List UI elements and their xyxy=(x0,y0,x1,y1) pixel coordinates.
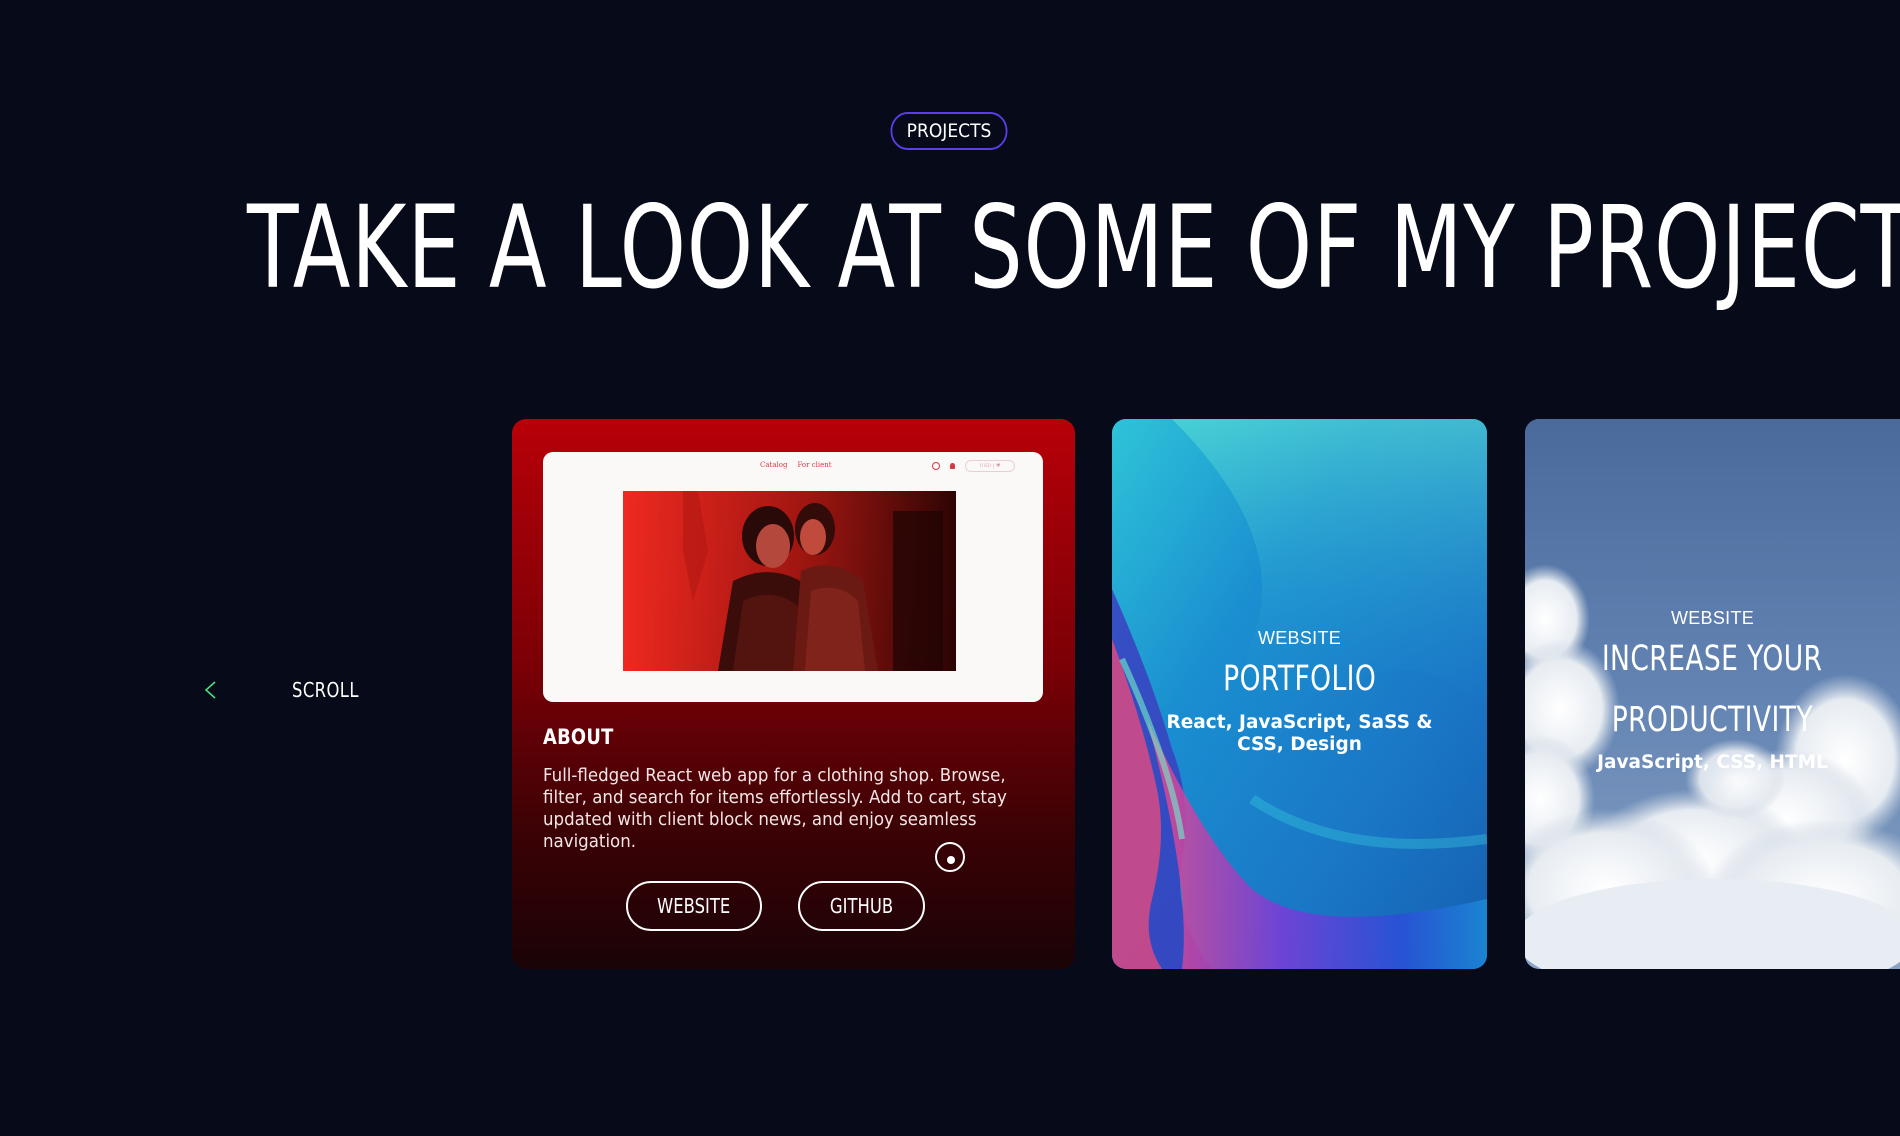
project-card-productivity[interactable]: WEBSITE INCREASE YOUR PRODUCTIVITY JavaS… xyxy=(1525,419,1900,969)
cursor-icon xyxy=(935,842,965,872)
preview-hero-photo xyxy=(623,491,956,671)
productivity-title-line2-wrap: PRODUCTIVITY xyxy=(1525,700,1900,740)
portfolio-eyebrow-wrap: WEBSITE xyxy=(1112,628,1487,649)
card-title-line1: INCREASE YOUR xyxy=(1602,639,1823,679)
sky-clouds-background-icon xyxy=(1525,419,1900,969)
productivity-eyebrow-wrap: WEBSITE xyxy=(1525,608,1900,629)
website-button[interactable]: WEBSITE xyxy=(626,881,762,931)
cursor-dot xyxy=(947,856,955,864)
card-eyebrow: WEBSITE xyxy=(1670,608,1755,628)
card-about-heading: ABOUT xyxy=(543,725,614,749)
card-description: Full-fledged React web app for a clothin… xyxy=(543,766,1007,852)
github-button[interactable]: GITHUB xyxy=(798,881,925,931)
section-badge: PROJECTS xyxy=(890,112,1008,150)
card-title: PORTFOLIO xyxy=(1222,659,1377,699)
card-eyebrow: WEBSITE xyxy=(1257,628,1342,648)
website-button-label: WEBSITE xyxy=(657,894,731,918)
github-button-label: GITHUB xyxy=(829,894,894,918)
arrow-left-icon xyxy=(204,681,267,699)
search-icon xyxy=(932,462,940,470)
card-title-line2: PRODUCTIVITY xyxy=(1611,700,1814,740)
project-card-portfolio[interactable]: WEBSITE PORTFOLIO React, JavaScript, SaS… xyxy=(1112,419,1487,969)
project-card-clothing-shop[interactable]: Catalog For client USD | ♥ ABOUT Full-fl… xyxy=(512,419,1075,969)
scroll-hint[interactable]: SCROLL xyxy=(204,678,374,702)
card-tech-stack: React, JavaScript, SaSS & CSS, Design xyxy=(1166,712,1433,755)
portfolio-tech-wrap: React, JavaScript, SaSS & CSS, Design xyxy=(1112,712,1487,756)
projects-section: PROJECTS TAKE A LOOK AT SOME OF MY PROJE… xyxy=(0,0,1900,1136)
user-icon xyxy=(950,463,955,469)
project-preview-screenshot: Catalog For client USD | ♥ xyxy=(543,452,1043,702)
cart-pill: USD | ♥ xyxy=(965,460,1015,472)
portfolio-title-wrap: PORTFOLIO xyxy=(1112,659,1487,699)
models-photo-icon xyxy=(623,491,956,671)
preview-nav-link: For client xyxy=(797,461,832,469)
productivity-tech-wrap: JavaScript, CSS, HTML xyxy=(1525,752,1900,774)
productivity-title-line1-wrap: INCREASE YOUR xyxy=(1525,639,1900,679)
page-title: TAKE A LOOK AT SOME OF MY PROJECTS xyxy=(247,181,1900,314)
scroll-label: SCROLL xyxy=(292,678,359,702)
preview-nav-link: Catalog xyxy=(760,461,788,469)
card-tech-stack: JavaScript, CSS, HTML xyxy=(1597,752,1828,773)
preview-navbar: Catalog For client USD | ♥ xyxy=(543,458,1043,472)
